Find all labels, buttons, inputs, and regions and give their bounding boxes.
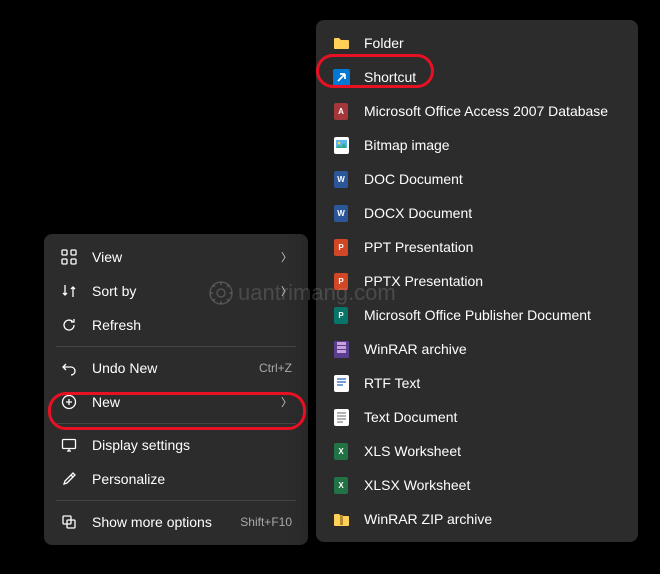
access-icon: A <box>332 102 350 120</box>
submenu-item-label: XLS Worksheet <box>364 443 622 459</box>
submenu-item-label: WinRAR archive <box>364 341 622 357</box>
desktop-context-menu: View 〉 Sort by 〉 Refresh Undo New Ctrl+Z <box>44 234 308 545</box>
docx-icon: W <box>332 204 350 222</box>
menu-divider <box>56 423 296 424</box>
doc-icon: W <box>332 170 350 188</box>
menu-label: Show more options <box>92 514 240 530</box>
submenu-item-ppt[interactable]: P PPT Presentation <box>320 230 634 264</box>
submenu-item-xlsx[interactable]: X XLSX Worksheet <box>320 468 634 502</box>
menu-item-show-more[interactable]: Show more options Shift+F10 <box>48 505 304 539</box>
display-icon <box>60 436 78 454</box>
new-icon <box>60 393 78 411</box>
menu-label: View <box>92 249 273 265</box>
menu-shortcut: Shift+F10 <box>240 515 292 529</box>
submenu-item-label: RTF Text <box>364 375 622 391</box>
submenu-item-label: XLSX Worksheet <box>364 477 622 493</box>
submenu-item-label: Text Document <box>364 409 622 425</box>
menu-divider <box>56 346 296 347</box>
menu-item-sort-by[interactable]: Sort by 〉 <box>48 274 304 308</box>
ppt-icon: P <box>332 238 350 256</box>
menu-shortcut: Ctrl+Z <box>259 361 292 375</box>
submenu-item-label: DOC Document <box>364 171 622 187</box>
menu-item-personalize[interactable]: Personalize <box>48 462 304 496</box>
bitmap-icon <box>332 136 350 154</box>
submenu-item-bitmap[interactable]: Bitmap image <box>320 128 634 162</box>
menu-label: Undo New <box>92 360 259 376</box>
zip-icon <box>332 510 350 528</box>
submenu-item-folder[interactable]: Folder <box>320 26 634 60</box>
new-submenu: Folder Shortcut A Microsoft Office Access 2… <box>316 20 638 542</box>
submenu-item-label: Microsoft Office Publisher Document <box>364 307 622 323</box>
sort-icon <box>60 282 78 300</box>
submenu-item-xls[interactable]: X XLS Worksheet <box>320 434 634 468</box>
submenu-item-label: Microsoft Office Access 2007 Database <box>364 103 622 119</box>
menu-item-undo-new[interactable]: Undo New Ctrl+Z <box>48 351 304 385</box>
submenu-item-rar[interactable]: WinRAR archive <box>320 332 634 366</box>
submenu-item-label: DOCX Document <box>364 205 622 221</box>
submenu-item-label: WinRAR ZIP archive <box>364 511 622 527</box>
submenu-item-shortcut[interactable]: Shortcut <box>320 60 634 94</box>
menu-label: Personalize <box>92 471 292 487</box>
menu-label: Refresh <box>92 317 292 333</box>
submenu-item-rtf[interactable]: RTF Text <box>320 366 634 400</box>
menu-item-new[interactable]: New 〉 <box>48 385 304 419</box>
view-icon <box>60 248 78 266</box>
chevron-right-icon: 〉 <box>281 283 292 299</box>
undo-icon <box>60 359 78 377</box>
folder-icon <box>332 34 350 52</box>
chevron-right-icon: 〉 <box>281 249 292 265</box>
xlsx-icon: X <box>332 476 350 494</box>
txt-icon <box>332 408 350 426</box>
rar-icon <box>332 340 350 358</box>
submenu-item-pptx[interactable]: P PPTX Presentation <box>320 264 634 298</box>
submenu-item-label: Folder <box>364 35 622 51</box>
menu-label: New <box>92 394 273 410</box>
menu-label: Sort by <box>92 283 273 299</box>
menu-item-view[interactable]: View 〉 <box>48 240 304 274</box>
submenu-item-label: PPT Presentation <box>364 239 622 255</box>
pptx-icon: P <box>332 272 350 290</box>
menu-divider <box>56 500 296 501</box>
menu-item-refresh[interactable]: Refresh <box>48 308 304 342</box>
shortcut-icon <box>332 68 350 86</box>
chevron-right-icon: 〉 <box>281 394 292 410</box>
submenu-item-label: Shortcut <box>364 69 622 85</box>
refresh-icon <box>60 316 78 334</box>
menu-item-display-settings[interactable]: Display settings <box>48 428 304 462</box>
show-more-icon <box>60 513 78 531</box>
submenu-item-docx[interactable]: W DOCX Document <box>320 196 634 230</box>
xls-icon: X <box>332 442 350 460</box>
rtf-icon <box>332 374 350 392</box>
submenu-item-label: Bitmap image <box>364 137 622 153</box>
submenu-item-doc[interactable]: W DOC Document <box>320 162 634 196</box>
submenu-item-zip[interactable]: WinRAR ZIP archive <box>320 502 634 536</box>
menu-label: Display settings <box>92 437 292 453</box>
submenu-item-txt[interactable]: Text Document <box>320 400 634 434</box>
publisher-icon: P <box>332 306 350 324</box>
personalize-icon <box>60 470 78 488</box>
submenu-item-publisher[interactable]: P Microsoft Office Publisher Document <box>320 298 634 332</box>
submenu-item-access[interactable]: A Microsoft Office Access 2007 Database <box>320 94 634 128</box>
submenu-item-label: PPTX Presentation <box>364 273 622 289</box>
